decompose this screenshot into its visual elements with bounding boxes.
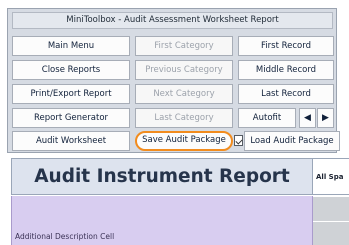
next-category-button[interactable]: Next Category <box>135 84 233 104</box>
description-label: Additional Description Cell <box>15 232 115 241</box>
triangle-left-icon: ◀ <box>304 113 311 123</box>
previous-category-button[interactable]: Previous Category <box>135 60 233 80</box>
print-export-report-button[interactable]: Print/Export Report <box>12 84 130 104</box>
next-arrow-button[interactable]: ▶ <box>317 108 334 128</box>
previous-arrow-button[interactable]: ◀ <box>299 108 316 128</box>
load-audit-package-button[interactable]: Load Audit Package <box>244 131 340 151</box>
report-generator-button[interactable]: Report Generator <box>12 108 130 128</box>
toolbox-title: MiniToolbox - Audit Assessment Worksheet… <box>12 12 333 29</box>
first-record-button[interactable]: First Record <box>238 36 334 56</box>
last-record-button[interactable]: Last Record <box>238 84 334 104</box>
main-menu-button[interactable]: Main Menu <box>12 36 130 56</box>
additional-description-cell[interactable]: Additional Description Cell <box>11 196 313 245</box>
save-audit-package-button[interactable]: Save Audit Package <box>135 131 233 151</box>
report-title: Audit Instrument Report <box>11 158 313 195</box>
checkbox-icon[interactable] <box>234 135 243 146</box>
last-category-button[interactable]: Last Category <box>135 108 233 128</box>
side-cell <box>313 196 349 245</box>
mini-toolbox: MiniToolbox - Audit Assessment Worksheet… <box>7 8 340 153</box>
close-reports-button[interactable]: Close Reports <box>12 60 130 80</box>
triangle-right-icon: ▶ <box>322 113 329 123</box>
side-header-cell: All Spa <box>313 158 349 195</box>
autofit-button[interactable]: Autofit <box>238 108 296 128</box>
first-category-button[interactable]: First Category <box>135 36 233 56</box>
audit-worksheet-button[interactable]: Audit Worksheet <box>12 131 130 151</box>
middle-record-button[interactable]: Middle Record <box>238 60 334 80</box>
